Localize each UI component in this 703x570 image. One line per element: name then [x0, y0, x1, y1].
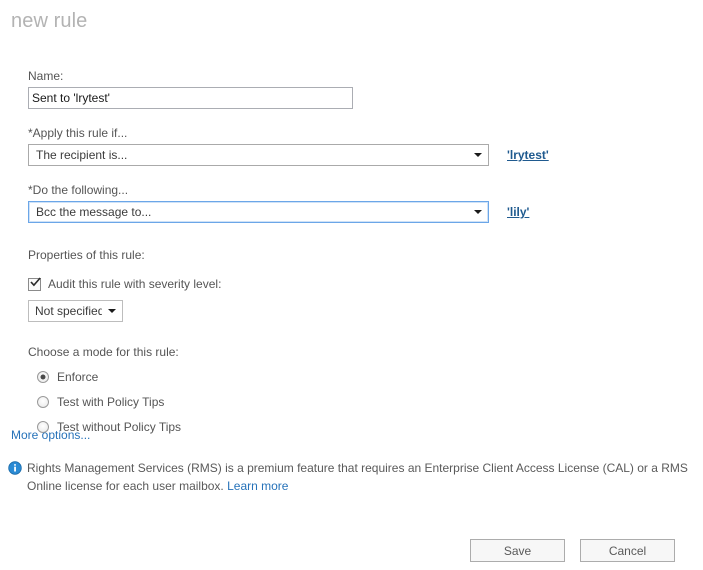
mode-label: Choose a mode for this rule: — [28, 345, 179, 359]
name-field-group: Name: — [28, 68, 688, 109]
radio-enforce-label: Enforce — [57, 370, 99, 384]
properties-label: Properties of this rule: — [28, 248, 145, 262]
action-dropdown[interactable]: Bcc the message to... — [28, 201, 489, 223]
rms-notice: Rights Management Services (RMS) is a pr… — [8, 459, 696, 495]
condition-selected-value: The recipient is... — [36, 148, 128, 162]
action-field-group: *Do the following... Bcc the message to.… — [28, 182, 688, 223]
severity-selected-value: Not specified — [35, 304, 102, 318]
audit-checkbox[interactable] — [28, 276, 41, 291]
rms-notice-body: Rights Management Services (RMS) is a pr… — [27, 461, 688, 493]
name-input[interactable] — [28, 87, 353, 109]
action-value-link[interactable]: 'lily' — [507, 205, 529, 219]
chevron-down-icon — [468, 202, 488, 222]
action-selected-value: Bcc the message to... — [36, 205, 152, 219]
condition-value-link[interactable]: 'lrytest' — [507, 148, 549, 162]
radio-option-test-with-policy-tips[interactable]: Test with Policy Tips — [37, 394, 688, 410]
radio-test-with-policy-tips-indicator[interactable] — [37, 396, 49, 408]
save-button[interactable]: Save — [470, 539, 565, 562]
page-title: new rule — [11, 10, 88, 32]
chevron-down-icon — [468, 145, 488, 165]
condition-dropdown[interactable]: The recipient is... — [28, 144, 489, 166]
action-row: Bcc the message to... 'lily' — [28, 201, 688, 223]
audit-checkbox-label: Audit this rule with severity level: — [48, 277, 222, 291]
chevron-down-icon — [102, 301, 122, 321]
condition-label: *Apply this rule if... — [28, 126, 128, 140]
learn-more-link[interactable]: Learn more — [227, 479, 288, 493]
severity-dropdown[interactable]: Not specified — [28, 300, 123, 322]
audit-checkbox-row[interactable]: Audit this rule with severity level: — [28, 276, 688, 292]
action-label: *Do the following... — [28, 183, 129, 197]
radio-test-with-policy-tips-label: Test with Policy Tips — [57, 395, 165, 409]
rms-notice-text: Rights Management Services (RMS) is a pr… — [27, 459, 696, 495]
footer-actions: Save Cancel — [470, 539, 675, 562]
condition-field-group: *Apply this rule if... The recipient is.… — [28, 125, 688, 166]
name-label: Name: — [28, 69, 64, 83]
check-icon — [30, 276, 41, 286]
more-options-link[interactable]: More options... — [11, 428, 90, 442]
info-icon — [8, 461, 22, 475]
new-rule-form: Name: *Apply this rule if... The recipie… — [28, 68, 688, 435]
radio-enforce-indicator[interactable] — [37, 371, 49, 383]
radio-option-test-without-policy-tips[interactable]: Test without Policy Tips — [37, 419, 688, 435]
radio-option-enforce[interactable]: Enforce — [37, 369, 688, 385]
condition-row: The recipient is... 'lrytest' — [28, 144, 688, 166]
cancel-button[interactable]: Cancel — [580, 539, 675, 562]
